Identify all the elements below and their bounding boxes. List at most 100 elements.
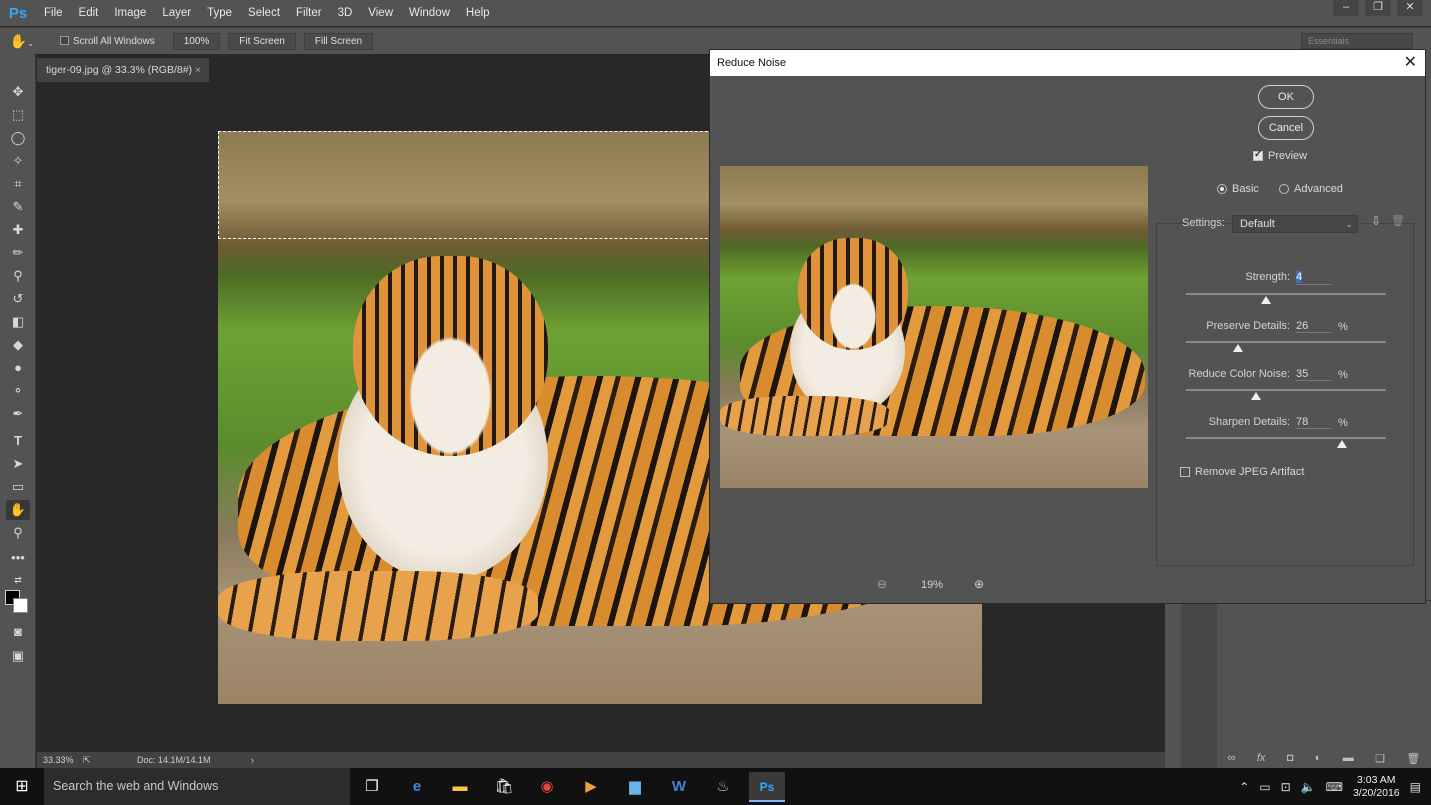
- file-explorer-icon[interactable]: ▬: [442, 772, 478, 802]
- close-tab-icon[interactable]: ×: [195, 58, 201, 82]
- sharpen-slider-thumb[interactable]: [1337, 440, 1347, 448]
- menu-3d[interactable]: 3D: [330, 7, 361, 19]
- sharpen-slider-track[interactable]: [1186, 437, 1386, 439]
- chrome-icon[interactable]: ◉: [529, 772, 565, 802]
- export-icon[interactable]: ⇱: [83, 752, 91, 768]
- new-group-icon[interactable]: ▬: [1343, 752, 1354, 764]
- ok-button[interactable]: OK: [1258, 85, 1314, 109]
- color-noise-slider-thumb[interactable]: [1251, 392, 1261, 400]
- menu-image[interactable]: Image: [106, 7, 154, 19]
- close-window-icon[interactable]: ✕: [1397, 0, 1423, 16]
- link-layers-icon[interactable]: ∞: [1228, 752, 1236, 764]
- close-icon[interactable]: ✕: [1404, 50, 1417, 76]
- preserve-slider-track[interactable]: [1186, 341, 1386, 343]
- minimize-icon[interactable]: –: [1333, 0, 1359, 16]
- clone-stamp-icon[interactable]: ⚲: [6, 266, 30, 286]
- type-icon[interactable]: T: [6, 431, 30, 451]
- zoom-level[interactable]: 33.33%: [43, 752, 74, 768]
- zoom-100-button[interactable]: 100%: [172, 32, 221, 50]
- menu-window[interactable]: Window: [401, 7, 458, 19]
- document-tab[interactable]: tiger-09.jpg @ 33.3% (RGB/8#) ×: [37, 58, 209, 82]
- eyedropper-icon[interactable]: ✎: [6, 197, 30, 217]
- eraser-icon[interactable]: ◧: [6, 312, 30, 332]
- network-icon[interactable]: ⊡: [1281, 780, 1291, 794]
- quick-mask-icon[interactable]: ◙: [6, 622, 30, 642]
- status-arrow-icon[interactable]: ›: [251, 752, 254, 768]
- preserve-details-input[interactable]: 26: [1296, 320, 1332, 333]
- hand-icon[interactable]: ✋: [6, 500, 30, 520]
- fill-screen-button[interactable]: Fill Screen: [303, 32, 374, 50]
- battery-icon[interactable]: ▭: [1259, 780, 1270, 794]
- workspace-switcher[interactable]: Essentials: [1301, 33, 1413, 49]
- settings-dropdown[interactable]: Default ⌄: [1232, 215, 1358, 233]
- menu-view[interactable]: View: [360, 7, 401, 19]
- marquee-icon[interactable]: ⬚: [6, 105, 30, 125]
- remove-jpeg-artifact-checkbox[interactable]: Remove JPEG Artifact: [1180, 466, 1304, 478]
- scroll-all-windows-checkbox[interactable]: Scroll All Windows: [60, 36, 155, 47]
- move-icon[interactable]: ✥: [6, 82, 30, 102]
- action-center-icon[interactable]: ▤: [1410, 780, 1421, 794]
- blur-icon[interactable]: ●: [6, 358, 30, 378]
- hand-tool-preset-icon[interactable]: ✋⌄: [0, 33, 44, 50]
- dodge-icon[interactable]: ⚬: [6, 381, 30, 401]
- monitor-app-icon[interactable]: ▆: [617, 772, 653, 802]
- steam-icon[interactable]: ♨: [705, 772, 741, 802]
- menu-select[interactable]: Select: [240, 7, 288, 19]
- system-clock[interactable]: 3:03 AM 3/20/2016: [1353, 774, 1400, 800]
- photoshop-taskbar-icon[interactable]: Ps: [749, 772, 785, 802]
- new-layer-icon[interactable]: ❏: [1375, 752, 1385, 765]
- strength-slider-thumb[interactable]: [1261, 296, 1271, 304]
- edge-browser-icon[interactable]: e: [399, 772, 435, 802]
- volume-icon[interactable]: 🔈: [1301, 780, 1316, 794]
- healing-brush-icon[interactable]: ✚: [6, 220, 30, 240]
- menu-type[interactable]: Type: [199, 7, 240, 19]
- add-mask-icon[interactable]: ◘: [1287, 752, 1294, 764]
- strength-slider-track[interactable]: [1186, 293, 1386, 295]
- input-keyboard-icon[interactable]: ⌨: [1326, 780, 1343, 794]
- paint-bucket-icon[interactable]: ◆: [6, 335, 30, 355]
- preview-zoom-in-icon[interactable]: ⊕: [974, 577, 984, 591]
- restore-icon[interactable]: ❐: [1365, 0, 1391, 16]
- magic-wand-icon[interactable]: ✧: [6, 151, 30, 171]
- history-brush-icon[interactable]: ↺: [6, 289, 30, 309]
- color-noise-slider-track[interactable]: [1186, 389, 1386, 391]
- crop-icon[interactable]: ⌗: [6, 174, 30, 194]
- pen-icon[interactable]: ✒: [6, 404, 30, 424]
- menu-layer[interactable]: Layer: [154, 7, 199, 19]
- store-icon[interactable]: 🛍: [486, 772, 522, 802]
- more-tools-icon[interactable]: •••: [6, 548, 30, 568]
- cancel-button[interactable]: Cancel: [1258, 116, 1314, 140]
- mode-basic-radio[interactable]: Basic: [1217, 183, 1259, 195]
- menu-filter[interactable]: Filter: [288, 7, 330, 19]
- layer-style-icon[interactable]: fx: [1257, 752, 1266, 764]
- swap-colors-icon[interactable]: ⇄: [6, 570, 30, 590]
- reduce-color-noise-input[interactable]: 35: [1296, 368, 1332, 381]
- background-color-swatch[interactable]: [13, 598, 28, 613]
- task-view-icon[interactable]: ❐: [354, 772, 390, 802]
- save-settings-icon[interactable]: ⇩: [1371, 214, 1381, 228]
- screen-mode-icon[interactable]: ▣: [6, 646, 30, 666]
- path-selection-icon[interactable]: ➤: [6, 454, 30, 474]
- menu-file[interactable]: File: [36, 7, 71, 19]
- windows-start-icon[interactable]: ⊞: [0, 768, 44, 805]
- lasso-icon[interactable]: ◯: [6, 128, 30, 148]
- menu-edit[interactable]: Edit: [71, 7, 107, 19]
- preview-zoom-out-icon[interactable]: ⊖: [877, 577, 887, 591]
- word-icon[interactable]: W: [661, 772, 697, 802]
- sharpen-details-input[interactable]: 78: [1296, 416, 1332, 429]
- filter-preview[interactable]: [720, 166, 1148, 488]
- zoom-icon[interactable]: ⚲: [6, 523, 30, 543]
- media-player-icon[interactable]: ▶: [573, 772, 609, 802]
- mode-advanced-radio[interactable]: Advanced: [1279, 183, 1343, 195]
- taskbar-search-box[interactable]: Search the web and Windows: [44, 768, 350, 805]
- preview-checkbox[interactable]: Preview: [1253, 149, 1307, 162]
- fit-screen-button[interactable]: Fit Screen: [228, 32, 296, 50]
- rectangle-shape-icon[interactable]: ▭: [6, 477, 30, 497]
- preserve-slider-thumb[interactable]: [1233, 344, 1243, 352]
- delete-layer-icon[interactable]: 🗑: [1406, 752, 1420, 765]
- brush-icon[interactable]: ✏: [6, 243, 30, 263]
- delete-settings-icon[interactable]: 🗑: [1391, 214, 1405, 227]
- menu-help[interactable]: Help: [458, 7, 498, 19]
- adjustment-layer-icon[interactable]: ◐: [1315, 752, 1322, 764]
- show-hidden-icons-icon[interactable]: ⌃: [1239, 780, 1249, 794]
